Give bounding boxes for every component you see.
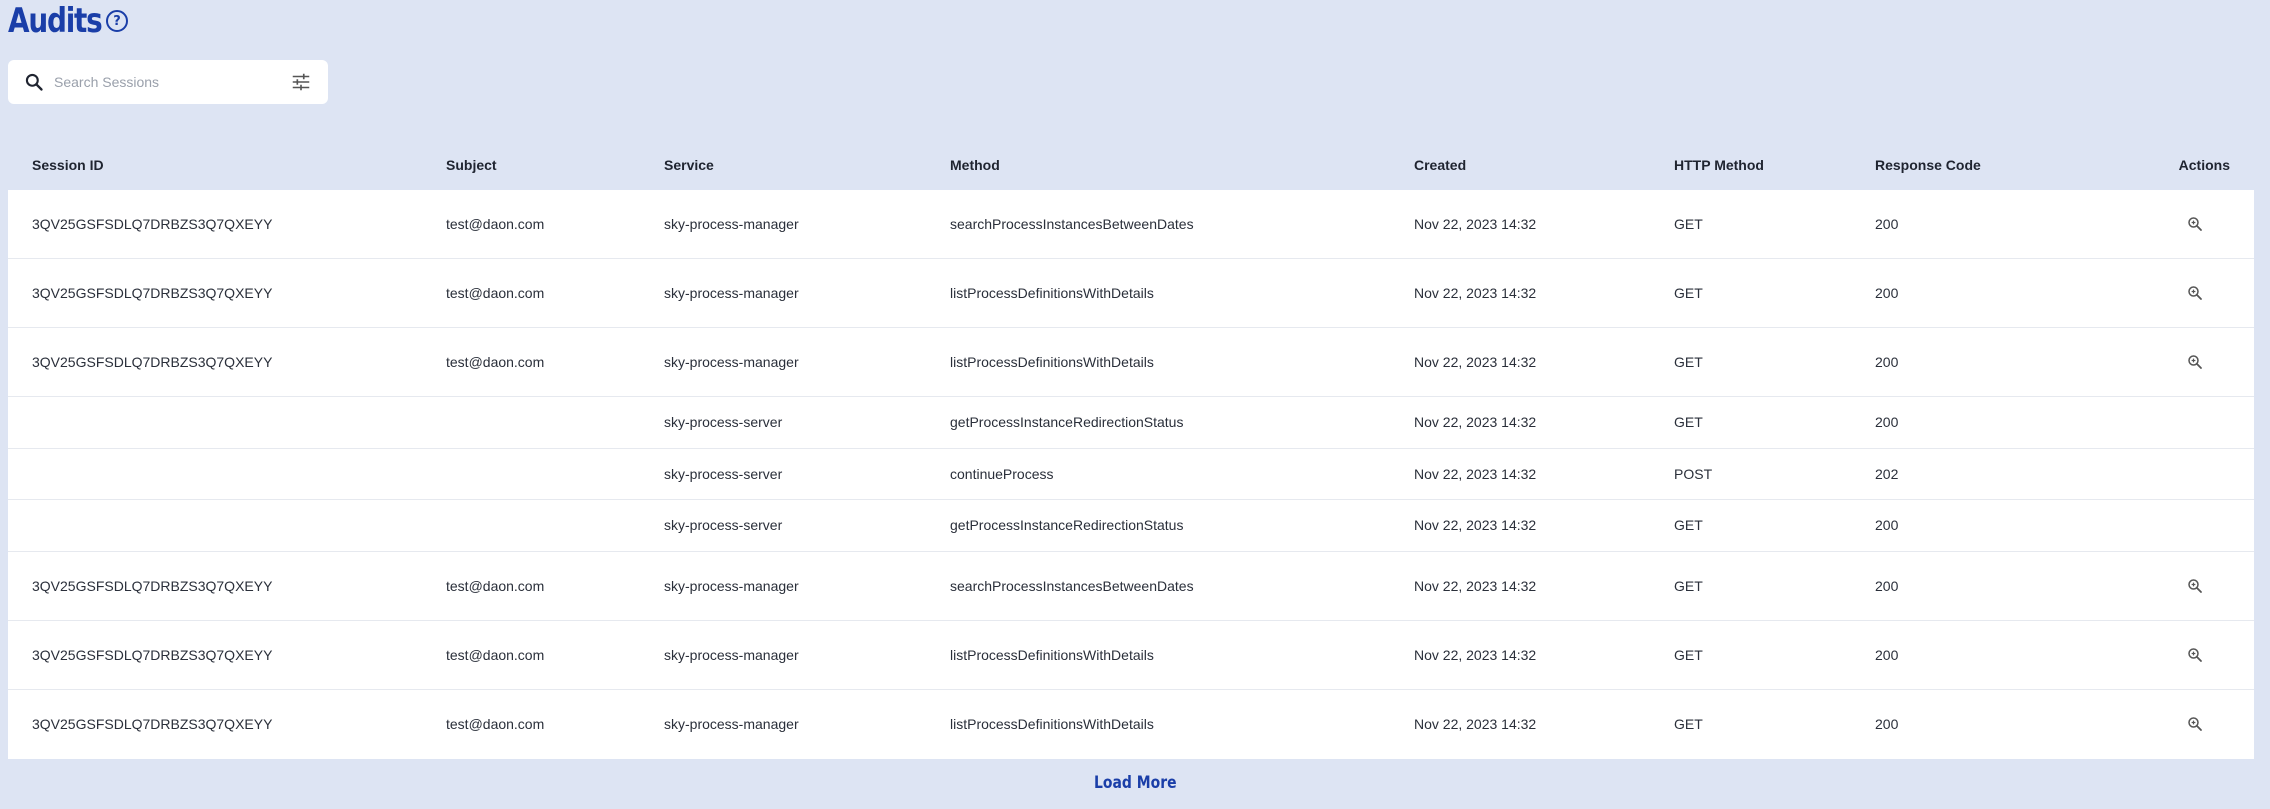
magnify-icon[interactable] [2186, 646, 2204, 664]
subject-cell: test@daon.com [446, 285, 545, 301]
http-method-cell: GET [1674, 517, 1703, 534]
http-method-cell: GET [1674, 646, 1703, 663]
load-more-button[interactable]: Load More [1094, 773, 1176, 793]
magnify-icon[interactable] [2186, 284, 2204, 302]
subject-cell: test@daon.com [446, 577, 545, 594]
created-cell: Nov 22, 2023 14:32 [1414, 646, 1537, 663]
service-cell: sky-process-server [664, 414, 783, 431]
created-cell: Nov 22, 2023 14:32 [1414, 216, 1537, 232]
table-body: 3QV25GSFSDLQ7DRBZS3Q7QXEYY test@daon.com s… [8, 190, 2254, 759]
session-id-cell: 3QV25GSFSDLQ7DRBZS3Q7QXEYY [32, 285, 273, 301]
created-cell: Nov 22, 2023 14:32 [1414, 716, 1537, 732]
method-cell: continueProcess [950, 465, 1054, 482]
http-method-cell: POST [1674, 465, 1713, 482]
load-more-container: Load More [0, 768, 2270, 798]
service-cell: sky-process-manager [664, 646, 799, 663]
http-method-cell: GET [1674, 414, 1703, 431]
response-code-cell: 200 [1875, 646, 1899, 663]
created-cell: Nov 22, 2023 14:32 [1414, 354, 1537, 370]
created-cell: Nov 22, 2023 14:32 [1414, 577, 1537, 594]
sliders-icon[interactable] [290, 71, 312, 93]
session-id-cell: 3QV25GSFSDLQ7DRBZS3Q7QXEYY [32, 216, 273, 232]
method-cell: getProcessInstanceRedirectionStatus [950, 414, 1184, 431]
magnify-icon[interactable] [2186, 215, 2204, 233]
response-code-cell: 200 [1875, 285, 1899, 301]
column-header-method[interactable]: Method [950, 157, 1414, 173]
table-row: 3QV25GSFSDLQ7DRBZS3Q7QXEYY test@daon.com s… [8, 259, 2254, 328]
created-cell: Nov 22, 2023 14:32 [1414, 465, 1537, 482]
actions-cell [2075, 646, 2254, 664]
method-cell: searchProcessInstancesBetweenDates [950, 216, 1194, 232]
actions-cell [2075, 284, 2254, 302]
response-code-cell: 200 [1875, 216, 1899, 232]
http-method-cell: GET [1674, 285, 1703, 301]
table-sub-row: sky-process-server getProcessInstanceRedi… [8, 397, 2254, 449]
subject-cell: test@daon.com [446, 716, 545, 732]
response-code-cell: 202 [1875, 465, 1899, 482]
magnify-icon[interactable] [2186, 715, 2204, 733]
search-icon [25, 73, 43, 91]
response-code-cell: 200 [1875, 354, 1899, 370]
page-title: Audits [8, 1, 103, 41]
session-id-cell: 3QV25GSFSDLQ7DRBZS3Q7QXEYY [32, 716, 273, 732]
method-cell: listProcessDefinitionsWithDetails [950, 285, 1154, 301]
method-cell: searchProcessInstancesBetweenDates [950, 577, 1194, 594]
column-header-subject[interactable]: Subject [446, 157, 664, 173]
table-row: 3QV25GSFSDLQ7DRBZS3Q7QXEYY test@daon.com s… [8, 690, 2254, 759]
actions-cell [2075, 715, 2254, 733]
column-header-service[interactable]: Service [664, 157, 950, 173]
column-header-session-id[interactable]: Session ID [8, 157, 446, 173]
service-cell: sky-process-manager [664, 716, 799, 732]
subject-cell: test@daon.com [446, 216, 545, 232]
method-cell: listProcessDefinitionsWithDetails [950, 646, 1154, 663]
table-sub-row: sky-process-server continueProcess Nov 22,… [8, 449, 2254, 500]
subject-cell: test@daon.com [446, 354, 545, 370]
service-cell: sky-process-manager [664, 577, 799, 594]
table-row: 3QV25GSFSDLQ7DRBZS3Q7QXEYY test@daon.com s… [8, 552, 2254, 621]
http-method-cell: GET [1674, 354, 1703, 370]
table-row: 3QV25GSFSDLQ7DRBZS3Q7QXEYY test@daon.com s… [8, 328, 2254, 397]
response-code-cell: 200 [1875, 716, 1899, 732]
table-row: 3QV25GSFSDLQ7DRBZS3Q7QXEYY test@daon.com s… [8, 190, 2254, 259]
table-sub-row: sky-process-server getProcessInstanceRedi… [8, 500, 2254, 552]
method-cell: listProcessDefinitionsWithDetails [950, 354, 1154, 370]
service-cell: sky-process-manager [664, 354, 799, 370]
table-row: 3QV25GSFSDLQ7DRBZS3Q7QXEYY test@daon.com s… [8, 621, 2254, 690]
help-circle-icon[interactable]: ? [106, 10, 128, 32]
column-header-actions: Actions [2178, 157, 2230, 173]
actions-cell [2075, 215, 2254, 233]
response-code-cell: 200 [1875, 414, 1899, 431]
session-id-cell: 3QV25GSFSDLQ7DRBZS3Q7QXEYY [32, 577, 273, 594]
magnify-icon[interactable] [2186, 353, 2204, 371]
column-header-response-code[interactable]: Response Code [1875, 157, 2075, 173]
service-cell: sky-process-server [664, 465, 783, 482]
created-cell: Nov 22, 2023 14:32 [1414, 414, 1537, 431]
response-code-cell: 200 [1875, 577, 1899, 594]
http-method-cell: GET [1674, 716, 1703, 732]
session-id-cell: 3QV25GSFSDLQ7DRBZS3Q7QXEYY [32, 354, 273, 370]
http-method-cell: GET [1674, 577, 1703, 594]
page-header: Audits ? [8, 0, 128, 42]
response-code-cell: 200 [1875, 517, 1899, 534]
http-method-cell: GET [1674, 216, 1703, 232]
method-cell: listProcessDefinitionsWithDetails [950, 716, 1154, 732]
search-input[interactable] [54, 67, 290, 97]
table-header: Session ID Subject Service Method Create… [8, 140, 2254, 190]
audits-table: Session ID Subject Service Method Create… [8, 140, 2254, 759]
actions-cell [2075, 577, 2254, 595]
created-cell: Nov 22, 2023 14:32 [1414, 517, 1537, 534]
service-cell: sky-process-manager [664, 216, 799, 232]
subject-cell: test@daon.com [446, 646, 545, 663]
column-header-http-method[interactable]: HTTP Method [1674, 157, 1875, 173]
created-cell: Nov 22, 2023 14:32 [1414, 285, 1537, 301]
actions-cell [2075, 353, 2254, 371]
search-bar [8, 60, 328, 104]
session-id-cell: 3QV25GSFSDLQ7DRBZS3Q7QXEYY [32, 646, 273, 663]
service-cell: sky-process-manager [664, 285, 799, 301]
magnify-icon[interactable] [2186, 577, 2204, 595]
method-cell: getProcessInstanceRedirectionStatus [950, 517, 1184, 534]
column-header-created[interactable]: Created [1414, 157, 1674, 173]
service-cell: sky-process-server [664, 517, 783, 534]
